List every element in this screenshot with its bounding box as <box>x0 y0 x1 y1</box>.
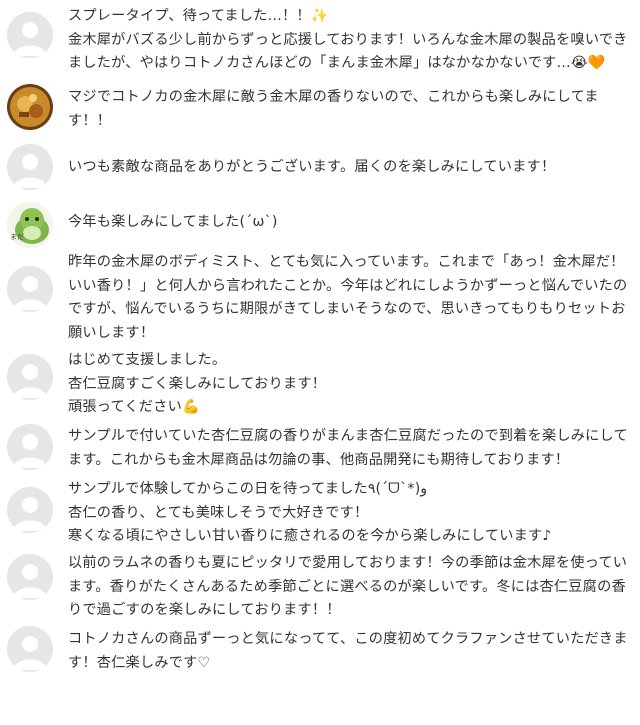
default-avatar-icon[interactable] <box>7 487 53 533</box>
comment-text: いつも素敵な商品をありがとうございます。届くのを楽しみにしています！ <box>68 159 556 175</box>
default-avatar-icon[interactable] <box>7 626 53 672</box>
comment-text: はじめて支援しました。 杏仁豆腐すごく楽しみにしております！ 頑張ってください💪 <box>68 352 327 415</box>
food-photo-avatar[interactable] <box>7 84 53 130</box>
comment-text: サンプルで体験してからこの日を待ってました٩(ˊᗜˋ*)و 杏仁の香り、とても美… <box>68 481 552 544</box>
comment-text: コトノカさんの商品ずーっと気になってて、この度初めてクラファンさせていただきます… <box>68 631 628 671</box>
default-avatar-icon[interactable] <box>7 144 53 190</box>
default-avatar-icon[interactable] <box>7 354 53 400</box>
default-avatar-icon[interactable] <box>7 12 53 58</box>
green-character-avatar[interactable]: まだ <box>7 202 53 248</box>
comment-text: サンプルで付いていた杏仁豆腐の香りがまんま杏仁豆腐だったので到着を楽しみにしてま… <box>68 428 628 468</box>
comment-text: スプレータイプ、待ってました…！！✨ 金木犀がバズる少し前からずっと応援しており… <box>68 8 628 71</box>
default-avatar-icon[interactable] <box>7 554 53 600</box>
svg-text:まだ: まだ <box>10 233 24 241</box>
comment-text: マジでコトノカの金木犀に敵う金木犀の香りないので、これからも楽しみにしてます！！ <box>68 89 599 129</box>
comment-text: 昨年の金木犀のボディミスト、とても気に入っています。これまで「あっ！金木犀だ！い… <box>68 254 628 341</box>
comment-text: 今年も楽しみにしてました(´ω`) <box>68 214 278 230</box>
comment-list: スプレータイプ、待ってました…！！✨ 金木犀がバズる少し前からずっと応援しており… <box>0 0 640 725</box>
comment-text: 以前のラムネの香りも夏にピッタリで愛用しております！今の季節は金木犀を使っていま… <box>68 555 628 618</box>
default-avatar-icon[interactable] <box>7 266 53 312</box>
default-avatar-icon[interactable] <box>7 424 53 470</box>
